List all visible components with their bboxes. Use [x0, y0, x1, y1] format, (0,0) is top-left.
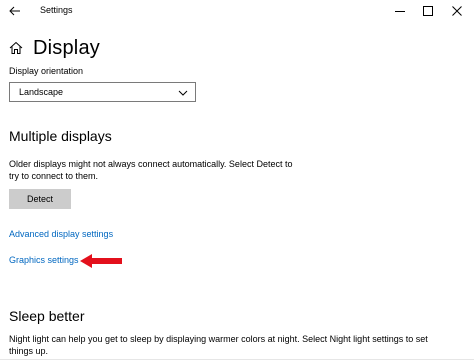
orientation-label: Display orientation: [9, 66, 84, 76]
sleep-description-line2: things up.: [9, 346, 49, 356]
page-title: Display: [33, 36, 100, 59]
back-arrow-icon[interactable]: [6, 2, 24, 20]
settings-window: Settings Display Display orientation Lan…: [0, 0, 474, 361]
window-title: Settings: [40, 5, 73, 15]
maximize-icon[interactable]: [419, 2, 437, 20]
advanced-display-settings-link[interactable]: Advanced display settings: [9, 229, 113, 239]
minimize-icon[interactable]: [391, 2, 409, 20]
multiple-displays-heading: Multiple displays: [9, 128, 112, 144]
detect-button[interactable]: Detect: [9, 189, 71, 209]
page-header: Display: [8, 34, 100, 62]
orientation-dropdown[interactable]: Landscape: [9, 82, 196, 102]
multiple-displays-description-line2: try to connect to them.: [9, 171, 99, 181]
multiple-displays-description-line1: Older displays might not always connect …: [9, 159, 293, 169]
sleep-description-line1: Night light can help you get to sleep by…: [9, 334, 428, 344]
home-icon[interactable]: [8, 40, 24, 56]
graphics-settings-link[interactable]: Graphics settings: [9, 255, 79, 265]
divider: [0, 359, 474, 360]
orientation-value: Landscape: [19, 87, 64, 97]
close-icon[interactable]: [448, 2, 466, 20]
chevron-down-icon: [178, 90, 188, 96]
red-left-arrow-icon: [80, 254, 122, 268]
title-bar: Settings: [0, 0, 474, 22]
sleep-better-heading: Sleep better: [9, 308, 85, 324]
